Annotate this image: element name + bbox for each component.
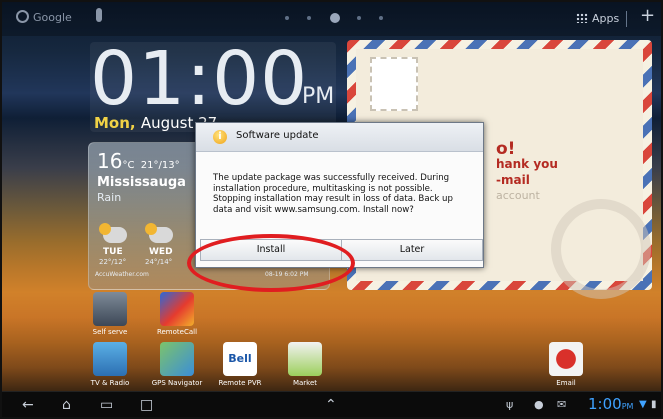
weather-city: Mississauga: [97, 175, 186, 190]
sun-icon: [99, 223, 111, 235]
forecast-range: 22°/12°: [99, 258, 127, 266]
divider: [626, 11, 627, 27]
shortcut-label[interactable]: TV & Radio: [75, 379, 145, 387]
self-serve-icon[interactable]: [93, 292, 127, 326]
top-bar: Google Apps +: [2, 2, 661, 36]
apps-grid-icon: [576, 13, 588, 23]
back-icon[interactable]: ←: [22, 397, 34, 413]
clock-time: 01:00: [90, 36, 309, 122]
partly-cloudy-icon: [99, 223, 127, 243]
clock-day: Mon,: [94, 114, 136, 132]
mail-notification-icon: ✉: [557, 398, 567, 411]
screenshot-icon[interactable]: □: [140, 397, 153, 413]
home-icon[interactable]: ⌂: [62, 397, 71, 413]
search-icon: [16, 10, 29, 23]
dialog-header: i Software update: [196, 123, 483, 152]
page-indicator: [285, 13, 395, 24]
email-widget-text: -mail: [496, 173, 530, 187]
bell-tv-icon[interactable]: Bell: [223, 342, 257, 376]
shortcut-label[interactable]: Market: [270, 379, 340, 387]
temperature-unit: °C: [122, 160, 135, 171]
remotecall-icon[interactable]: [160, 292, 194, 326]
weather-temp: 16°C 21°/13°: [97, 149, 180, 173]
page-dot[interactable]: [357, 16, 361, 20]
add-widget-button[interactable]: +: [640, 6, 655, 26]
chevron-up-icon[interactable]: ⌃: [325, 397, 337, 413]
email-widget-text: hank you: [496, 157, 558, 171]
shortcut-label[interactable]: Email: [531, 379, 601, 387]
weather-brand: AccuWeather.com: [95, 271, 149, 278]
recent-apps-icon[interactable]: ▭: [100, 397, 113, 413]
apps-button[interactable]: Apps: [576, 12, 619, 25]
temperature: 16: [97, 149, 123, 173]
wifi-icon: ▼: [639, 399, 647, 410]
page-dot[interactable]: [285, 16, 289, 20]
info-icon: i: [213, 130, 227, 144]
forecast-day: WED: [149, 247, 173, 257]
gps-icon[interactable]: [160, 342, 194, 376]
google-search-bar[interactable]: Google: [16, 10, 78, 28]
dialog-title: Software update: [236, 130, 319, 141]
forecast-range: 24°/14°: [145, 258, 173, 266]
market-icon[interactable]: [288, 342, 322, 376]
shortcut-label[interactable]: Self serve: [75, 328, 145, 336]
search-label: Google: [33, 11, 72, 24]
status-ampm: PM: [621, 402, 634, 411]
shortcut-label[interactable]: Remote PVR: [205, 379, 275, 387]
sun-icon: [145, 223, 157, 235]
shortcut-label[interactable]: RemoteCall: [142, 328, 212, 336]
status-time: 1:00: [588, 395, 622, 413]
apps-label: Apps: [592, 12, 620, 25]
microphone-icon[interactable]: [96, 8, 102, 22]
highlight-circle: [187, 234, 355, 292]
battery-icon: ▮: [651, 399, 657, 410]
at-sign-icon: [551, 199, 651, 299]
home-screen: Google Apps + 01:00 PM Mon, August 27 16…: [0, 0, 663, 419]
shortcut-label[interactable]: GPS Navigator: [142, 379, 212, 387]
email-widget-subtext: account: [496, 189, 540, 202]
later-button[interactable]: Later: [341, 239, 483, 261]
status-clock[interactable]: 1:00PM: [588, 395, 633, 413]
partly-cloudy-icon: [145, 223, 173, 243]
dialog-message: The update package was successfully rece…: [213, 173, 453, 215]
temperature-range: 21°/13°: [140, 160, 180, 171]
usb-icon: ψ: [506, 398, 514, 411]
weather-condition: Rain: [97, 191, 122, 204]
tv-radio-icon[interactable]: [93, 342, 127, 376]
email-widget-heading: o!: [496, 139, 516, 159]
page-dot[interactable]: [307, 16, 311, 20]
clock-ampm: PM: [302, 84, 335, 109]
system-bar: ← ⌂ ▭ □ ⌃ ψ ● ✉ 1:00PM ▼ ▮: [2, 391, 661, 417]
page-dot-active[interactable]: [330, 13, 340, 23]
forecast-day: TUE: [103, 247, 123, 257]
clock-widget[interactable]: 01:00 PM Mon, August 27: [90, 36, 336, 132]
page-dot[interactable]: [379, 16, 383, 20]
stamp-icon: [370, 57, 418, 111]
android-icon: ●: [534, 398, 544, 411]
email-icon[interactable]: [549, 342, 583, 376]
